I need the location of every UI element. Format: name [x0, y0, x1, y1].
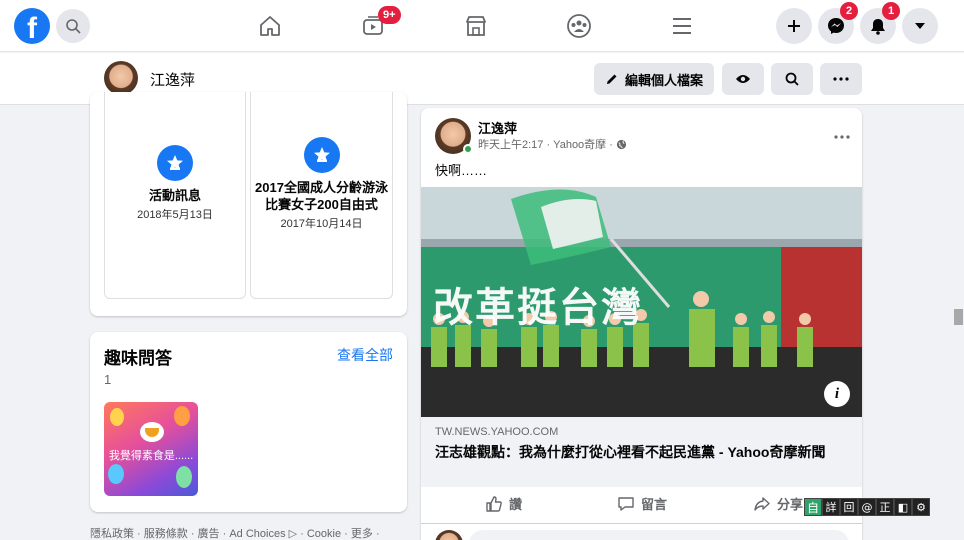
quiz-count: 1: [104, 372, 112, 387]
post-author-name[interactable]: 江逸萍: [478, 118, 517, 137]
footer-links[interactable]: 隱私政策 · 服務條款 · 廣告 · Ad Choices ▷ · Cookie…: [90, 525, 407, 540]
profile-search-button[interactable]: [771, 63, 813, 95]
comment-icon: [618, 496, 634, 511]
link-domain: TW.NEWS.YAHOO.COM: [435, 426, 559, 438]
globe-icon: [616, 139, 626, 149]
post-actions: 讚 留言 分享: [421, 490, 862, 524]
view-as-button[interactable]: [722, 63, 764, 95]
life-event-tile[interactable]: 活動訊息 2018年5月13日: [104, 92, 246, 299]
pencil-icon: [606, 74, 617, 84]
comment-button[interactable]: 留言: [617, 494, 667, 513]
eye-icon: [736, 75, 750, 83]
search-button[interactable]: [56, 9, 90, 43]
ime-settings-icon[interactable]: ⚙: [912, 498, 930, 516]
notifications-badge: 1: [882, 2, 900, 20]
share-icon: [754, 496, 770, 511]
life-event-title: 2017全國成人分齡游泳比賽女子200自由式: [255, 180, 388, 212]
account-button[interactable]: [902, 8, 938, 44]
link-preview[interactable]: TW.NEWS.YAHOO.COM 汪志雄觀點：我為什麼打從心裡看不起民進黨 -…: [421, 417, 862, 487]
ime-button[interactable]: 正: [876, 498, 894, 516]
menu-icon: [673, 18, 691, 34]
food-icon: [140, 422, 164, 442]
link-title: 汪志雄觀點：我為什麼打從心裡看不起民進黨 - Yahoo奇摩新聞: [435, 444, 826, 460]
see-all-link[interactable]: 查看全部: [337, 345, 393, 365]
edit-profile-button[interactable]: 編輯個人檔案: [594, 63, 714, 95]
ime-button[interactable]: 回: [840, 498, 858, 516]
post-card: 江逸萍 昨天上午2:17 · Yahoo奇摩 · 快啊…… 改革挺台灣 i TW…: [421, 108, 862, 540]
ime-button[interactable]: ◧: [894, 498, 912, 516]
ime-button[interactable]: 詳: [822, 498, 840, 516]
avatar[interactable]: [104, 61, 138, 95]
star-icon: [157, 145, 193, 181]
notifications-button[interactable]: 1: [860, 2, 900, 44]
search-icon: [785, 72, 799, 86]
quiz-title: 趣味問答: [104, 349, 172, 368]
quiz-card: 趣味問答 查看全部 1 我覺得素食是......: [90, 332, 407, 512]
messenger-badge: 2: [840, 2, 858, 20]
nav-home[interactable]: [254, 10, 286, 42]
life-event-title: 活動訊息: [148, 188, 201, 203]
bell-icon: [871, 19, 885, 35]
life-events-card: 活動訊息 2018年5月13日 2017全國成人分齡游泳比賽女子200自由式 2…: [90, 92, 407, 316]
more-options-button[interactable]: [820, 63, 862, 95]
star-icon: [303, 137, 340, 173]
share-button[interactable]: 分享: [753, 494, 803, 513]
search-icon: [66, 19, 81, 34]
online-status-dot: [463, 144, 473, 154]
thumbs-up-icon: [486, 495, 502, 512]
top-navigation-bar: f 9+ 2 1: [0, 0, 964, 52]
create-button[interactable]: [776, 8, 812, 44]
plus-icon: [788, 20, 800, 32]
groups-icon: [567, 14, 591, 38]
life-event-tile[interactable]: 2017全國成人分齡游泳比賽女子200自由式 2017年10月14日: [250, 92, 393, 299]
messenger-button[interactable]: 2: [818, 2, 858, 44]
nav-groups[interactable]: [563, 10, 595, 42]
post-meta[interactable]: 昨天上午2:17 · Yahoo奇摩 ·: [478, 136, 613, 152]
ellipsis-icon: [834, 135, 850, 139]
quiz-thumbnail[interactable]: 我覺得素食是......: [104, 402, 198, 496]
ime-toolbar: 自 詳 回 @ 正 ◧ ⚙: [804, 498, 930, 516]
post-options-button[interactable]: [834, 124, 850, 143]
watch-badge: 9+: [378, 6, 401, 24]
post-text: 快啊……: [435, 163, 488, 178]
nav-menu[interactable]: [666, 10, 698, 42]
like-button[interactable]: 讚: [485, 494, 522, 513]
life-event-date: 2018年5月13日: [137, 209, 213, 221]
image-banner-text: 改革挺台灣: [433, 286, 643, 330]
commenter-avatar: [435, 530, 463, 540]
scrollbar-thumb[interactable]: [954, 309, 963, 325]
nav-watch[interactable]: 9+: [357, 6, 401, 42]
marketplace-icon: [466, 16, 486, 36]
home-icon: [260, 16, 280, 36]
facebook-logo[interactable]: f: [14, 8, 50, 44]
profile-name[interactable]: 江逸萍: [150, 69, 195, 90]
post-image[interactable]: 改革挺台灣 i: [421, 187, 862, 417]
nav-marketplace[interactable]: [460, 10, 492, 42]
life-event-date: 2017年10月14日: [280, 218, 363, 230]
post-meta-row: 昨天上午2:17 · Yahoo奇摩 ·: [478, 136, 627, 152]
messenger-icon: [828, 18, 844, 34]
ellipsis-icon: [833, 77, 849, 81]
caret-down-icon: [915, 23, 925, 29]
ime-mode-button[interactable]: 自: [804, 498, 822, 516]
comment-input[interactable]: [469, 530, 849, 540]
quiz-item-text: 我覺得素食是......: [108, 450, 194, 462]
info-icon[interactable]: i: [824, 381, 850, 407]
ime-button[interactable]: @: [858, 498, 876, 516]
